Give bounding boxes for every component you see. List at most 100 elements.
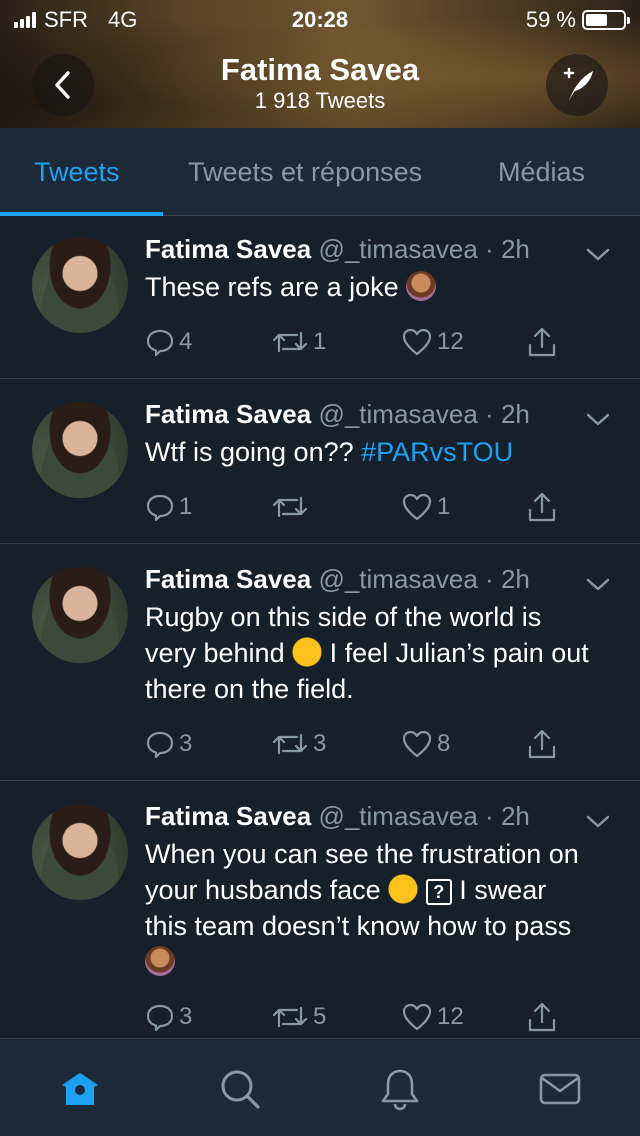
tweet-author-handle[interactable]: @_timasavea: [318, 564, 477, 594]
retweet-button[interactable]: [271, 490, 313, 524]
share-button[interactable]: [525, 490, 559, 524]
reply-icon: [146, 1004, 174, 1032]
facepalm-emoji-icon: [145, 946, 175, 976]
search-icon: [221, 1070, 260, 1109]
caret-down-icon[interactable]: [584, 575, 612, 595]
tweet-item[interactable]: Fatima Savea @_timasavea · 2h These refs…: [0, 217, 640, 379]
reply-icon: [146, 329, 174, 357]
retweet-icon: [272, 1006, 308, 1028]
tweet-text-content: Wtf is going on??: [145, 437, 354, 467]
reply-button[interactable]: 4: [145, 325, 192, 359]
tweet-timestamp: 2h: [500, 801, 530, 831]
battery-icon: [582, 10, 630, 30]
like-count: 12: [437, 1003, 464, 1030]
retweet-button[interactable]: 1: [271, 325, 326, 359]
retweet-count: 1: [313, 328, 327, 355]
nav-notifications-button[interactable]: [378, 1067, 422, 1111]
avatar[interactable]: [32, 804, 128, 900]
caret-down-icon[interactable]: [584, 410, 612, 430]
share-button[interactable]: [525, 325, 559, 359]
reply-icon: [146, 494, 174, 522]
tab-tweets-and-replies[interactable]: Tweets et réponses: [188, 128, 422, 216]
tweet-author-name[interactable]: Fatima Savea: [145, 801, 311, 831]
tweet-text: Wtf is going on?? #PARvsTOU: [145, 434, 595, 470]
network-label: 4G: [108, 7, 138, 32]
profile-header: SFR 4G 20:28 59 % Fatima Savea 1 918 Twe…: [0, 0, 640, 128]
share-icon: [528, 1002, 556, 1032]
tweet-author-name[interactable]: Fatima Savea: [145, 399, 311, 429]
unknown-glyph-icon: ?: [425, 879, 452, 905]
tweet-item[interactable]: Fatima Savea @_timasavea · 2h Wtf is goi…: [0, 380, 640, 544]
like-count: 1: [437, 493, 451, 520]
active-tab-indicator: [0, 212, 163, 216]
tweet-text: When you can see the frustration on your…: [145, 836, 595, 980]
laughing-emoji-icon: [292, 637, 323, 667]
hashtag-link[interactable]: #PARvsTOU: [361, 437, 513, 467]
share-icon: [528, 492, 556, 522]
like-button[interactable]: 12: [401, 325, 464, 359]
retweet-button[interactable]: 5: [271, 1000, 326, 1034]
tab-tweets[interactable]: Tweets: [34, 128, 120, 216]
tweet-separator: ·: [485, 234, 494, 264]
like-icon: [402, 493, 432, 521]
like-count: 8: [437, 730, 451, 757]
nav-search-button[interactable]: [218, 1067, 262, 1111]
like-button[interactable]: 8: [401, 727, 450, 761]
avatar[interactable]: [32, 567, 128, 663]
tweet-item[interactable]: Fatima Savea @_timasavea · 2h When you c…: [0, 782, 640, 1038]
compose-tweet-button[interactable]: [546, 54, 608, 116]
caret-down-icon[interactable]: [584, 812, 612, 832]
retweet-icon: [272, 733, 308, 755]
like-icon: [402, 328, 432, 356]
nav-messages-button[interactable]: [538, 1067, 582, 1111]
tweet-count: 1 918 Tweets: [254, 88, 386, 113]
notifications-icon: [381, 1069, 419, 1111]
nav-home-button[interactable]: [58, 1067, 102, 1111]
avatar[interactable]: [32, 402, 128, 498]
caret-down-icon[interactable]: [584, 245, 612, 265]
tweet-author-name[interactable]: Fatima Savea: [145, 564, 311, 594]
like-button[interactable]: 12: [401, 1000, 464, 1034]
reply-button[interactable]: 3: [145, 727, 192, 761]
tweet-text: These refs are a joke: [145, 269, 595, 305]
facepalm-emoji-icon: [406, 271, 437, 301]
carrier-label: SFR: [44, 7, 88, 32]
retweet-icon: [272, 496, 308, 518]
retweet-button[interactable]: 3: [271, 727, 326, 761]
tweet-separator: ·: [485, 801, 494, 831]
like-count: 12: [437, 328, 464, 355]
like-icon: [402, 1003, 432, 1031]
tweet-separator: ·: [485, 399, 494, 429]
reply-button[interactable]: 3: [145, 1000, 192, 1034]
profile-name: Fatima Savea: [220, 52, 420, 87]
tweet-author-handle[interactable]: @_timasavea: [318, 234, 477, 264]
reply-count: 3: [179, 1003, 193, 1030]
share-button[interactable]: [525, 1000, 559, 1034]
retweet-count: 3: [313, 730, 327, 757]
bottom-navigation: [0, 1038, 640, 1136]
compose-tweet-icon: [563, 67, 593, 101]
tweet-timestamp: 2h: [500, 564, 530, 594]
tab-media[interactable]: Médias: [498, 128, 585, 216]
status-bar: SFR 4G 20:28 59 %: [0, 0, 640, 40]
like-icon: [402, 730, 432, 758]
home-icon: [62, 1073, 98, 1105]
tweet-author-handle[interactable]: @_timasavea: [318, 801, 477, 831]
reply-count: 3: [179, 730, 193, 757]
tweet-author-name[interactable]: Fatima Savea: [145, 234, 311, 264]
avatar[interactable]: [32, 237, 128, 333]
reply-button[interactable]: 1: [145, 490, 192, 524]
tweet-text-content: These refs are a joke: [145, 272, 399, 302]
tweet-item[interactable]: Fatima Savea @_timasavea · 2h Rugby on t…: [0, 545, 640, 781]
tweet-author-handle[interactable]: @_timasavea: [318, 399, 477, 429]
tweet-timestamp: 2h: [500, 399, 530, 429]
share-icon: [528, 327, 556, 357]
messages-icon: [539, 1073, 581, 1105]
share-button[interactable]: [525, 727, 559, 761]
share-icon: [528, 729, 556, 759]
retweet-count: 5: [313, 1003, 327, 1030]
battery-percentage: 59 %: [525, 7, 576, 32]
signal-strength-icon: [14, 12, 36, 28]
like-button[interactable]: 1: [401, 490, 450, 524]
tweet-separator: ·: [485, 564, 494, 594]
